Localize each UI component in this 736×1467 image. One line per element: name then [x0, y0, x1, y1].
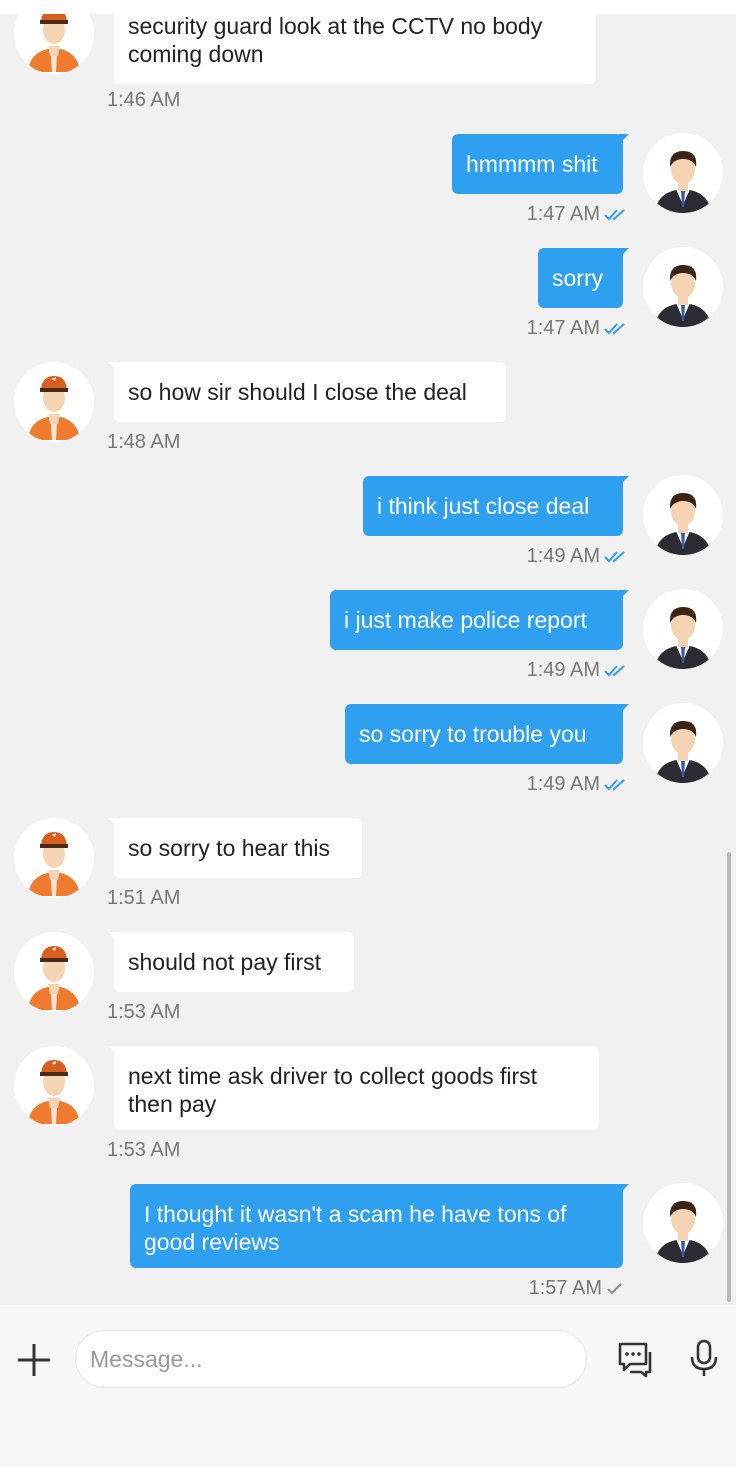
chat-history[interactable]: security guard look at the CCTV no body …: [0, 0, 736, 1305]
businessman-avatar-icon[interactable]: [643, 133, 723, 213]
single-check-icon: [606, 1278, 624, 1302]
businessman-avatar-icon[interactable]: [643, 475, 723, 555]
message-time: 1:49 AM: [460, 544, 628, 570]
courier-avatar-icon[interactable]: [14, 818, 94, 898]
message-time: 1:51 AM: [107, 887, 181, 909]
message-time: 1:46 AM: [107, 89, 181, 111]
double-check-icon: [604, 204, 628, 228]
message-time: 1:47 AM: [460, 202, 628, 228]
message-time-text: 1:49 AM: [526, 545, 600, 567]
double-check-icon: [604, 774, 628, 798]
businessman-avatar-icon[interactable]: [643, 589, 723, 669]
message-time-text: 1:47 AM: [526, 203, 600, 225]
message-time: 1:53 AM: [107, 1139, 181, 1161]
message-text: security guard look at the CCTV no body …: [128, 13, 543, 67]
message-text: i think just close deal: [377, 493, 590, 519]
double-check-icon: [604, 660, 628, 684]
message-text: I thought it wasn't a scam he have tons …: [144, 1201, 567, 1255]
message-time: 1:53 AM: [107, 1001, 181, 1023]
courier-avatar-icon[interactable]: [14, 1046, 94, 1126]
double-check-icon: [604, 546, 628, 570]
message-bubble[interactable]: i just make police report: [330, 590, 629, 650]
message-text: should not pay first: [128, 949, 322, 975]
businessman-avatar-icon[interactable]: [643, 1183, 723, 1263]
message-text: next time ask driver to collect goods fi…: [128, 1063, 538, 1117]
message-bubble[interactable]: next time ask driver to collect goods fi…: [108, 1046, 599, 1130]
courier-avatar-icon[interactable]: [14, 362, 94, 442]
top-edge: [0, 0, 736, 14]
message-text: so how sir should I close the deal: [128, 379, 467, 405]
message-bubble[interactable]: should not pay first: [108, 932, 354, 992]
message-text: so sorry to trouble you: [359, 721, 587, 747]
scrollbar[interactable]: [727, 852, 731, 1302]
message-text: so sorry to hear this: [128, 835, 330, 861]
courier-avatar-icon[interactable]: [14, 932, 94, 1012]
message-time-text: 1:49 AM: [526, 773, 600, 795]
message-text: sorry: [552, 265, 604, 291]
message-time: 1:49 AM: [460, 658, 628, 684]
message-time-text: 1:47 AM: [526, 317, 600, 339]
double-check-icon: [604, 318, 628, 342]
message-bubble[interactable]: i think just close deal: [363, 476, 629, 536]
message-time-text: 1:57 AM: [528, 1277, 602, 1299]
message-input[interactable]: [75, 1330, 587, 1388]
message-time: 1:49 AM: [460, 772, 628, 798]
message-bubble[interactable]: hmmmm shit: [452, 134, 629, 194]
message-bubble[interactable]: so sorry to trouble you: [345, 704, 629, 764]
businessman-avatar-icon[interactable]: [643, 703, 723, 783]
message-time: 1:47 AM: [460, 316, 628, 342]
message-bubble[interactable]: I thought it wasn't a scam he have tons …: [130, 1184, 629, 1268]
message-time: 1:57 AM: [460, 1276, 624, 1302]
message-text: hmmmm shit: [466, 151, 598, 177]
plus-icon[interactable]: [14, 1340, 54, 1380]
microphone-icon[interactable]: [688, 1338, 720, 1380]
message-text: i just make police report: [344, 607, 587, 633]
message-bubble[interactable]: so how sir should I close the deal: [108, 362, 506, 422]
quick-reply-icon[interactable]: [616, 1340, 656, 1378]
message-time-text: 1:49 AM: [526, 659, 600, 681]
message-bubble[interactable]: so sorry to hear this: [108, 818, 362, 878]
message-bubble[interactable]: sorry: [538, 248, 629, 308]
message-time: 1:48 AM: [107, 431, 181, 453]
businessman-avatar-icon[interactable]: [643, 247, 723, 327]
